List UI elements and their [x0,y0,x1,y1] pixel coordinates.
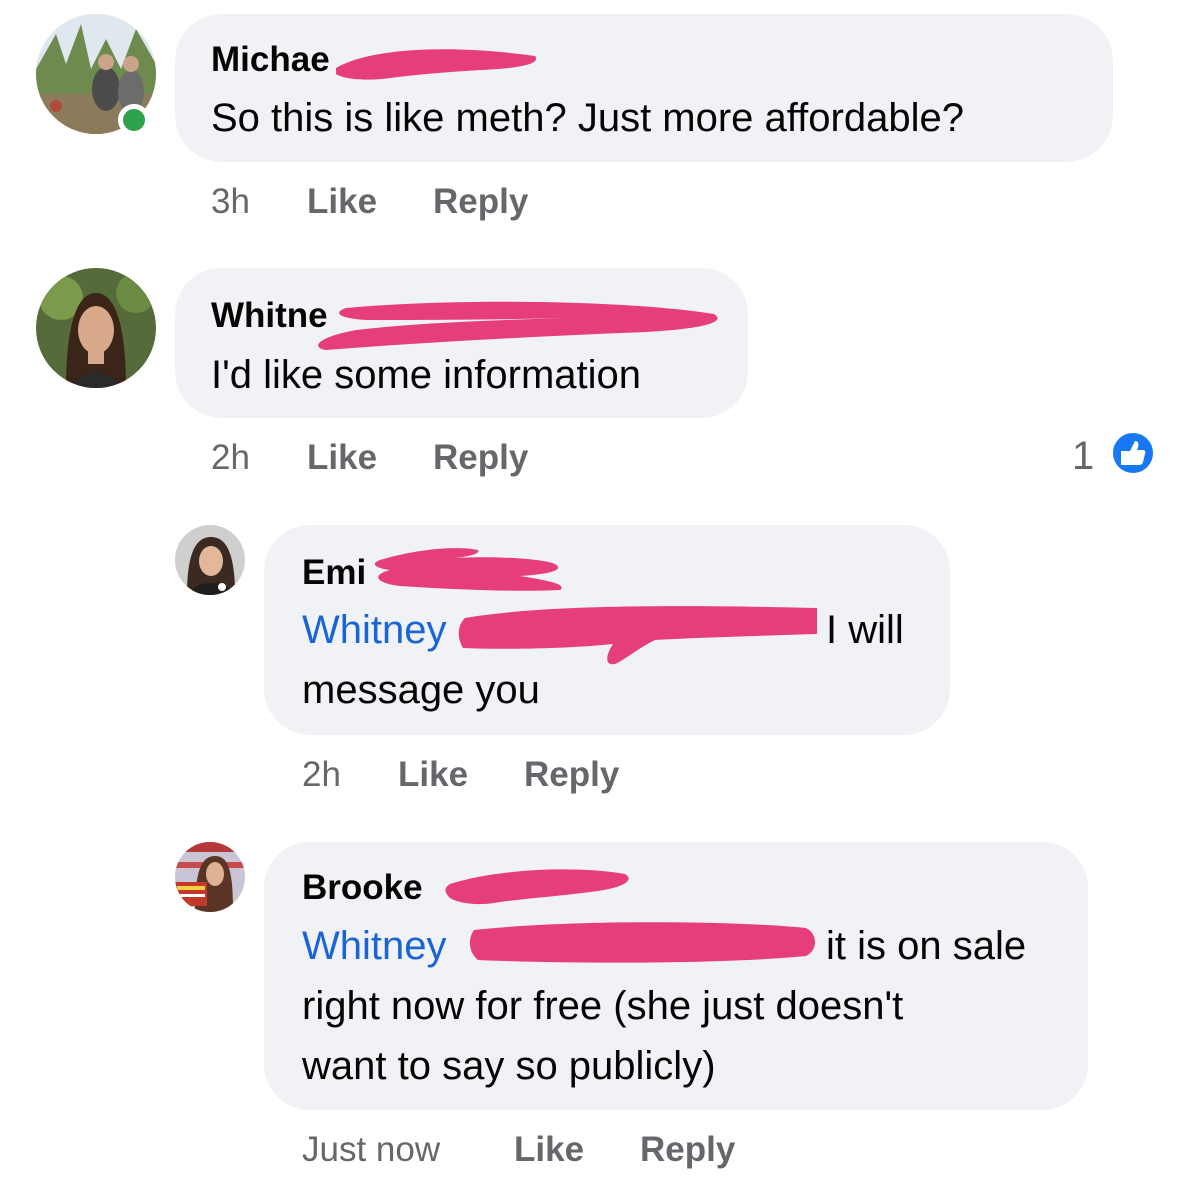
redaction-mark [445,869,629,905]
reply-button[interactable]: Reply [640,1130,735,1170]
redaction-mark [336,49,537,80]
avatar-photo [36,268,156,388]
comment-text-line-1: Whitney [302,600,447,660]
avatar[interactable] [175,525,245,595]
mention-link[interactable]: Whitney [302,608,447,652]
comment-author[interactable]: Emi [302,553,366,593]
comment-text: I'd like some information [211,353,642,397]
online-status-indicator [118,104,150,136]
like-button[interactable]: Like [307,438,377,478]
redaction-mark [374,548,562,591]
avatar[interactable] [36,268,156,388]
avatar-photo [175,525,245,595]
comment-timestamp[interactable]: Just now [302,1130,440,1170]
thumbs-up-icon[interactable] [1110,430,1156,476]
comment-text-line-1: Whitney [302,916,447,976]
comment-text-line-2: message you [302,668,540,712]
comment-timestamp[interactable]: 3h [211,182,250,222]
redaction-mark [469,922,815,963]
reaction-count[interactable]: 1 [1072,434,1094,478]
like-button[interactable]: Like [514,1130,584,1170]
comment-text-line-1-rest: I will [826,608,904,652]
avatar[interactable] [175,842,245,912]
comment-timestamp[interactable]: 2h [302,755,341,795]
comment-author[interactable]: Brooke [302,868,423,908]
mention-link[interactable]: Whitney [302,924,447,968]
comment-author[interactable]: Michae [211,40,330,80]
comment-text-line-1-rest: it is on sale [826,924,1027,968]
reply-button[interactable]: Reply [433,182,528,222]
avatar-photo [175,842,245,912]
comment-text-line-3: want to say so publicly) [302,1044,716,1088]
comment-timestamp[interactable]: 2h [211,438,250,478]
like-button[interactable]: Like [307,182,377,222]
reply-button[interactable]: Reply [433,438,528,478]
like-button[interactable]: Like [398,755,468,795]
reply-button[interactable]: Reply [524,755,619,795]
comment-text: So this is like meth? Just more affordab… [211,96,964,140]
comment-text-line-2: right now for free (she just doesn't [302,984,904,1028]
